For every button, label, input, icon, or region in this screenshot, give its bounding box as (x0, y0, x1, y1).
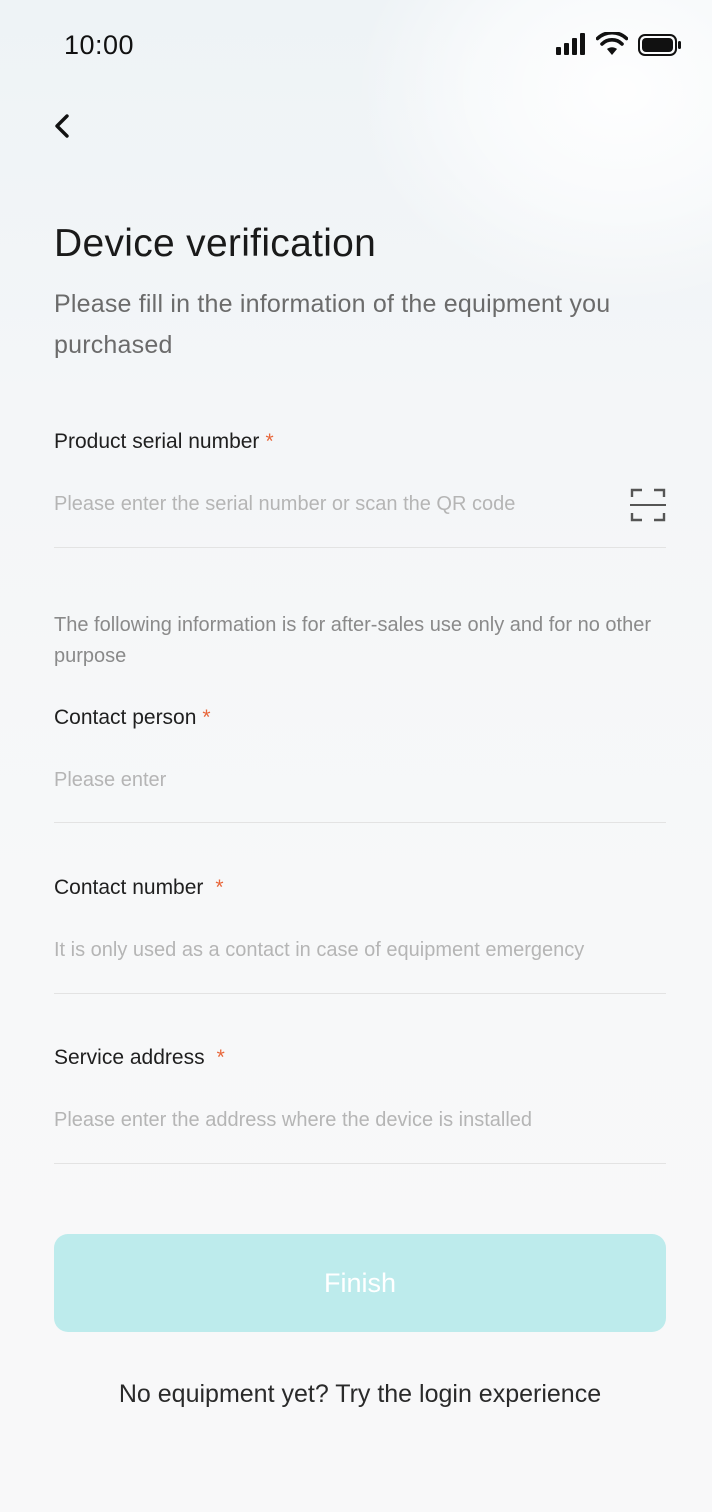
status-time: 10:00 (64, 30, 135, 60)
back-button[interactable] (44, 104, 88, 148)
serial-number-label-text: Product serial number (54, 430, 260, 453)
after-sales-notice: The following information is for after-s… (54, 614, 651, 667)
required-mark: * (216, 1046, 225, 1069)
service-address-label: Service address * (54, 1046, 225, 1070)
chevron-left-icon (55, 114, 69, 138)
device-verification-screen: 10:00 Device verification Please fill in… (0, 0, 712, 1512)
finish-button[interactable]: Finish (54, 1234, 666, 1332)
login-experience-link[interactable]: No equipment yet? Try the login experien… (0, 1380, 712, 1409)
required-mark: * (265, 430, 274, 453)
scan-qr-button[interactable] (630, 488, 666, 522)
serial-number-label: Product serial number * (54, 430, 274, 454)
contact-number-divider (54, 993, 666, 994)
page-title: Device verification (54, 222, 377, 265)
service-address-input[interactable] (54, 1100, 666, 1140)
service-address-label-text: Service address (54, 1046, 205, 1069)
required-mark: * (215, 876, 224, 899)
contact-number-input[interactable] (54, 930, 694, 970)
required-mark: * (202, 706, 211, 729)
contact-number-label-text: Contact number (54, 876, 204, 899)
serial-number-divider (54, 547, 666, 548)
contact-person-input[interactable] (54, 760, 666, 800)
serial-number-input[interactable] (54, 484, 614, 524)
wifi-icon (595, 30, 629, 56)
battery-icon (638, 34, 682, 56)
signal-icon (556, 33, 586, 55)
status-bar: 10:00 (0, 0, 712, 90)
contact-person-label: Contact person * (54, 706, 211, 730)
status-icons (556, 30, 686, 59)
service-address-divider (54, 1163, 666, 1164)
contact-number-label: Contact number * (54, 876, 224, 900)
contact-person-divider (54, 822, 666, 823)
contact-person-label-text: Contact person (54, 706, 197, 729)
scan-qr-icon (630, 488, 666, 522)
page-subtitle: Please fill in the information of the eq… (54, 290, 611, 359)
